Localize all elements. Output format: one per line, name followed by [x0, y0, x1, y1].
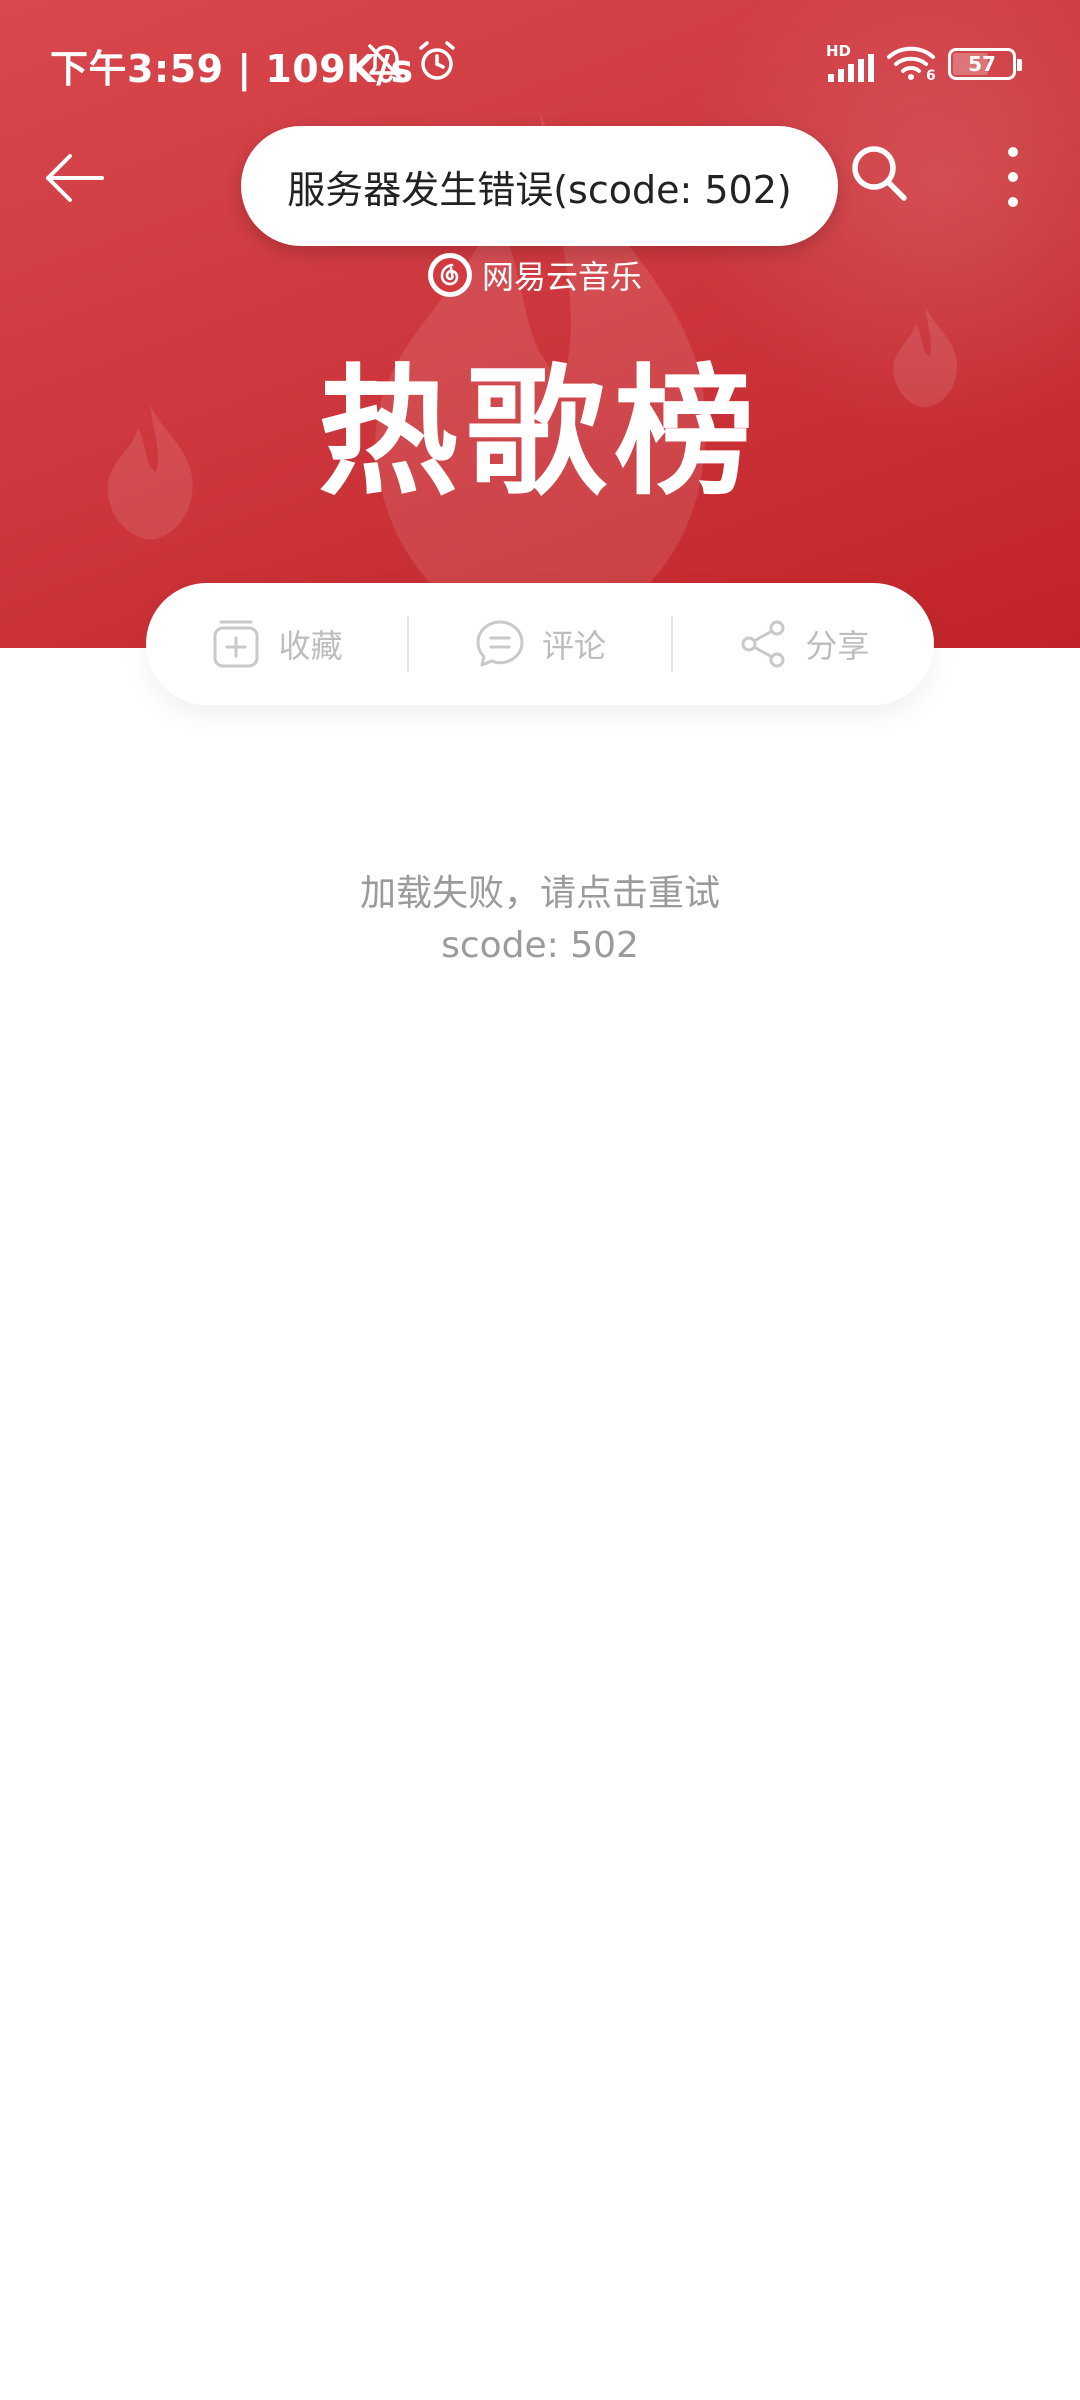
collect-button[interactable]: 收藏 — [146, 583, 407, 705]
back-arrow-icon[interactable] — [42, 145, 108, 211]
cellular-signal-icon — [828, 54, 874, 82]
wifi-generation-label: 6 — [926, 68, 936, 84]
brand-name: 网易云音乐 — [482, 258, 643, 296]
alarm-clock-icon — [419, 41, 455, 80]
screen: 下午3:59 | 109K/s HD 6 57 服务器发生错误(scode: 5… — [0, 0, 1080, 2400]
search-icon[interactable] — [848, 142, 910, 204]
battery-indicator: 57 — [948, 48, 1022, 80]
add-collect-icon — [213, 620, 259, 668]
share-button[interactable]: 分享 — [673, 583, 934, 705]
status-time: 下午3:59 | 109K/s — [50, 47, 414, 91]
share-icon — [741, 620, 785, 668]
load-error-retry[interactable]: 加载失败，请点击重试 scode: 502 — [0, 868, 1080, 972]
collect-label: 收藏 — [278, 627, 343, 665]
netease-music-logo-icon — [428, 253, 472, 297]
more-options-icon[interactable] — [1003, 142, 1023, 212]
battery-level: 57 — [968, 52, 996, 76]
status-bar: 下午3:59 | 109K/s HD 6 57 — [0, 0, 1080, 130]
action-bar: 收藏 评论 分享 — [146, 583, 934, 705]
error-toast: 服务器发生错误(scode: 502) — [241, 126, 838, 246]
share-label: 分享 — [805, 627, 870, 665]
comment-button[interactable]: 评论 — [409, 583, 670, 705]
error-code: scode: 502 — [441, 925, 639, 966]
comment-icon — [476, 620, 524, 667]
comment-label: 评论 — [541, 627, 606, 665]
page-title: 热歌榜 — [317, 352, 762, 515]
bell-muted-icon — [368, 44, 404, 83]
error-message: 加载失败，请点击重试 — [359, 873, 720, 914]
brand-row: 网易云音乐 — [428, 250, 642, 300]
